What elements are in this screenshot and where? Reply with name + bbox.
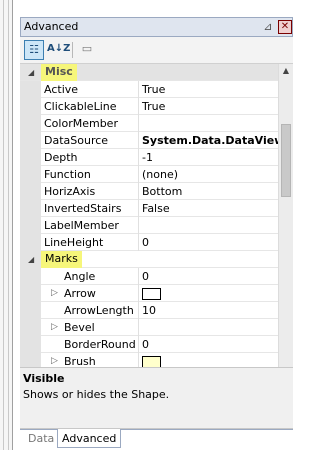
property-row[interactable]: HorizAxis Bottom	[20, 183, 278, 200]
property-value[interactable]: (none)	[138, 166, 278, 183]
category-marks[interactable]: ◢ Marks	[20, 251, 278, 268]
property-row[interactable]: BorderRound 0	[20, 336, 278, 353]
alphabetical-sort-button[interactable]: A↓Z	[47, 40, 70, 60]
category-label: Misc	[41, 64, 77, 81]
category-misc[interactable]: ◢ Misc	[20, 64, 278, 81]
property-value[interactable]: System.Data.DataView	[138, 132, 278, 149]
description-text: Shows or hides the Shape.	[23, 388, 170, 401]
property-name: Active	[44, 83, 79, 96]
vertical-scrollbar[interactable]: ▲ ▼	[278, 64, 293, 381]
left-splitter[interactable]	[0, 0, 13, 450]
property-value[interactable]: 0	[138, 268, 278, 285]
property-row[interactable]: Angle 0	[20, 268, 278, 285]
tab-data[interactable]: Data	[24, 429, 58, 448]
expand-icon[interactable]: ▷	[51, 322, 58, 332]
property-row[interactable]: ColorMember	[20, 115, 278, 132]
panel-title: Advanced	[24, 20, 79, 33]
property-name: ColorMember	[44, 117, 118, 130]
property-name: LabelMember	[44, 219, 119, 232]
description-pane: Visible Shows or hides the Shape.	[20, 367, 293, 429]
toolbar-separator	[72, 42, 73, 58]
property-grid: ◢ Misc Active True ClickableLine True Co…	[20, 63, 293, 381]
property-row[interactable]: Function (none)	[20, 166, 278, 183]
property-row[interactable]: LabelMember	[20, 217, 278, 234]
property-value[interactable]	[138, 285, 278, 302]
property-row[interactable]: InvertedStairs False	[20, 200, 278, 217]
property-row[interactable]: Depth -1	[20, 149, 278, 166]
property-name: ClickableLine	[44, 100, 117, 113]
property-name: DataSource	[44, 134, 109, 147]
property-name: InvertedStairs	[44, 202, 122, 215]
property-value[interactable]: -1	[138, 149, 278, 166]
property-name: Depth	[44, 151, 78, 164]
property-value[interactable]: False	[138, 200, 278, 217]
property-name: LineHeight	[44, 236, 104, 249]
tab-advanced[interactable]: Advanced	[57, 429, 122, 448]
property-row[interactable]: Active True	[20, 81, 278, 98]
property-name: Function	[44, 168, 91, 181]
property-panel: Advanced ⊿ ✕ ☷ A↓Z ▭ ◢ Misc Active True …	[20, 17, 293, 450]
property-row[interactable]: ClickableLine True	[20, 98, 278, 115]
collapse-icon[interactable]: ◢	[28, 68, 34, 77]
property-name: HorizAxis	[44, 185, 96, 198]
property-row[interactable]: ▷ Arrow	[20, 285, 278, 302]
property-toolbar: ☷ A↓Z ▭	[20, 37, 293, 63]
expand-icon[interactable]: ▷	[51, 288, 58, 298]
scroll-up-icon[interactable]: ▲	[279, 64, 293, 78]
expand-icon[interactable]: ▷	[51, 356, 58, 366]
category-label: Marks	[41, 251, 82, 268]
panel-titlebar: Advanced ⊿ ✕	[20, 17, 293, 37]
property-value[interactable]	[138, 217, 278, 234]
property-value[interactable]: True	[138, 81, 278, 98]
color-swatch	[142, 287, 161, 300]
property-value[interactable]: 0	[138, 336, 278, 353]
color-swatch	[142, 355, 161, 368]
panel-tabs: Data Advanced	[20, 429, 293, 450]
description-title: Visible	[23, 372, 65, 385]
property-value[interactable]: True	[138, 98, 278, 115]
pin-icon[interactable]: ⊿	[261, 20, 275, 34]
close-icon[interactable]: ✕	[278, 20, 292, 34]
property-row[interactable]: DataSource System.Data.DataView	[20, 132, 278, 149]
property-value[interactable]: 0	[138, 234, 278, 251]
categorized-view-button[interactable]: ☷	[24, 40, 44, 60]
property-value[interactable]: Bottom	[138, 183, 278, 200]
property-value[interactable]	[138, 319, 278, 336]
property-row[interactable]: ▷ Bevel	[20, 319, 278, 336]
property-row[interactable]: ArrowLength 10	[20, 302, 278, 319]
property-pages-button[interactable]: ▭	[77, 40, 97, 60]
scroll-thumb[interactable]	[281, 124, 291, 197]
property-row[interactable]: LineHeight 0	[20, 234, 278, 251]
collapse-icon[interactable]: ◢	[28, 255, 34, 264]
property-value[interactable]: 10	[138, 302, 278, 319]
property-value[interactable]	[138, 115, 278, 132]
